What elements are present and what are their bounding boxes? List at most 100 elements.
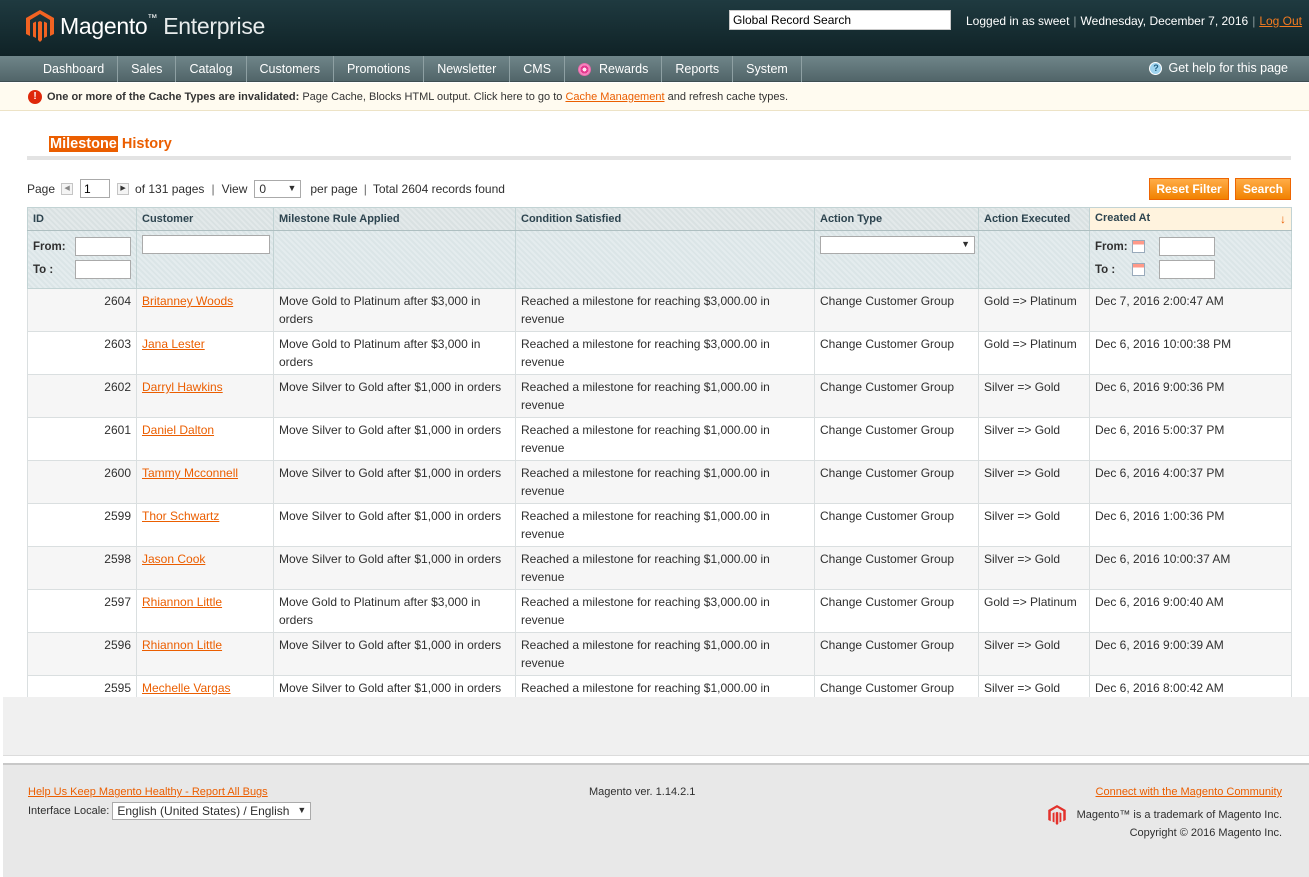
row-action-type: Change Customer Group [820, 466, 955, 480]
customer-filter-input[interactable] [142, 235, 270, 254]
customer-link[interactable]: Darryl Hawkins [142, 380, 223, 394]
search-button[interactable]: Search [1235, 178, 1291, 200]
id-to-input[interactable] [75, 260, 131, 279]
row-rule-cell: Move Silver to Gold after $1,000 in orde… [273, 460, 516, 504]
row-condition: Reached a milestone for reaching $1,000.… [521, 509, 770, 541]
footer: Help Us Keep Magento Healthy - Report Al… [3, 763, 1309, 877]
action-type-filter [814, 230, 979, 289]
nav-rewards[interactable]: Rewards [565, 56, 663, 82]
customer-link[interactable]: Britanney Woods [142, 294, 233, 308]
row-action-type: Change Customer Group [820, 595, 955, 609]
row-condition-cell: Reached a milestone for reaching $1,000.… [515, 503, 815, 547]
row-action-type: Change Customer Group [820, 294, 955, 308]
table-row[interactable]: 2597 Rhiannon Little Move Gold to Platinum… [27, 589, 1292, 633]
help-icon: ? [1149, 61, 1163, 75]
action-type-select[interactable] [820, 236, 975, 254]
row-action-type-cell: Change Customer Group [814, 331, 979, 375]
report-bugs-link[interactable]: Help Us Keep Magento Healthy - Report Al… [28, 786, 268, 798]
row-action-type-cell: Change Customer Group [814, 374, 979, 418]
column-header-customer[interactable]: Customer [136, 207, 274, 231]
cache-management-link[interactable]: Cache Management [565, 91, 664, 103]
row-action-type-cell: Change Customer Group [814, 546, 979, 590]
calendar-from-icon[interactable] [1132, 240, 1145, 253]
row-customer-cell: Daniel Dalton [136, 417, 274, 461]
date-to-input[interactable] [1159, 260, 1215, 279]
table-row[interactable]: 2600 Tammy Mcconnell Move Silver to Gold a… [27, 460, 1292, 504]
calendar-to-icon[interactable] [1132, 263, 1145, 276]
page-number-input[interactable] [80, 179, 111, 198]
customer-link[interactable]: Tammy Mcconnell [142, 466, 238, 480]
help-link[interactable]: ? Get help for this page [1149, 61, 1288, 75]
customer-link[interactable]: Daniel Dalton [142, 423, 214, 437]
prev-page-icon[interactable]: ◀ [61, 182, 74, 195]
column-header-id[interactable]: ID [27, 207, 137, 231]
nav-reports[interactable]: Reports [662, 56, 734, 82]
global-search-input[interactable] [729, 10, 951, 30]
row-created-at-cell: Dec 6, 2016 4:00:37 PM [1089, 460, 1292, 504]
table-row[interactable]: 2601 Daniel Dalton Move Silver to Gold aft… [27, 417, 1292, 461]
locale-select[interactable]: English (United States) / English [112, 802, 312, 820]
admin-header: Magento™ Enterprise Logged in as sweet|W… [0, 0, 1309, 56]
row-id-cell: 2604 [27, 288, 137, 332]
nav-promotions[interactable]: Promotions [334, 56, 425, 82]
row-id: 2602 [104, 380, 131, 394]
nav-catalog[interactable]: Catalog [176, 56, 247, 82]
version-text: Magento ver. 1.14.2.1 [589, 786, 696, 798]
customer-link[interactable]: Rhiannon Little [142, 595, 222, 609]
magento-logo[interactable]: Magento™ Enterprise [26, 10, 265, 42]
page-size-select[interactable]: 0 [254, 179, 302, 198]
nav-dashboard[interactable]: Dashboard [30, 56, 119, 82]
row-id-cell: 2601 [27, 417, 137, 461]
nav-newsletter[interactable]: Newsletter [424, 56, 511, 82]
row-created-at-cell: Dec 6, 2016 1:00:36 PM [1089, 503, 1292, 547]
magento-mini-logo-icon [1047, 805, 1066, 825]
column-header-action-type[interactable]: Action Type [814, 207, 979, 231]
customer-link[interactable]: Rhiannon Little [142, 638, 222, 652]
row-created-at: Dec 6, 2016 9:00:40 AM [1095, 595, 1224, 609]
table-row[interactable]: 2599 Thor Schwartz Move Silver to Gold aft… [27, 503, 1292, 547]
row-created-at: Dec 6, 2016 9:00:36 PM [1095, 380, 1225, 394]
row-created-at: Dec 6, 2016 9:00:39 AM [1095, 638, 1224, 652]
row-action-type: Change Customer Group [820, 423, 955, 437]
row-action-executed-cell: Silver => Gold [978, 503, 1090, 547]
table-row[interactable]: 2598 Jason Cook Move Silver to Gold after … [27, 546, 1292, 590]
reset-filter-button[interactable]: Reset Filter [1149, 178, 1229, 200]
row-action-type: Change Customer Group [820, 638, 955, 652]
locale-switcher: Interface Locale: English (United States… [28, 802, 312, 820]
nav-customers[interactable]: Customers [247, 56, 334, 82]
next-page-icon[interactable]: ▶ [117, 182, 130, 195]
column-header-condition[interactable]: Condition Satisfied [515, 207, 815, 231]
logout-link[interactable]: Log Out [1259, 14, 1302, 28]
column-header-rule[interactable]: Milestone Rule Applied [273, 207, 516, 231]
column-header-action-executed[interactable]: Action Executed [978, 207, 1090, 231]
row-action-type-cell: Change Customer Group [814, 288, 979, 332]
cache-notice: ! One or more of the Cache Types are inv… [0, 83, 1309, 111]
table-row[interactable]: 2596 Rhiannon Little Move Silver to Gold a… [27, 632, 1292, 676]
row-created-at: Dec 6, 2016 10:00:38 PM [1095, 337, 1232, 351]
pager: Page ◀ ▶ of 131 pages | View 0 per page … [27, 179, 505, 198]
row-id: 2596 [104, 638, 131, 652]
row-rule-cell: Move Gold to Platinum after $3,000 in or… [273, 331, 516, 375]
table-row[interactable]: 2602 Darryl Hawkins Move Silver to Gold af… [27, 374, 1292, 418]
customer-link[interactable]: Jana Lester [142, 337, 205, 351]
column-header-created-at[interactable]: Created At ↓ [1089, 207, 1292, 231]
logo-text: Magento™ Enterprise [60, 12, 266, 39]
nav-cms[interactable]: CMS [510, 56, 566, 82]
table-row[interactable]: 2603 Jana Lester Move Gold to Platinum aft… [27, 331, 1292, 375]
row-condition: Reached a milestone for reaching $1,000.… [521, 380, 770, 412]
customer-link[interactable]: Mechelle Vargas [142, 681, 231, 695]
customer-link[interactable]: Thor Schwartz [142, 509, 219, 523]
id-from-input[interactable] [75, 237, 131, 256]
community-link[interactable]: Connect with the Magento Community [1096, 786, 1282, 798]
table-row[interactable]: 2604 Britanney Woods Move Gold to Platinum… [27, 288, 1292, 332]
row-rule-cell: Move Silver to Gold after $1,000 in orde… [273, 503, 516, 547]
row-customer-cell: Jason Cook [136, 546, 274, 590]
row-created-at: Dec 6, 2016 8:00:42 AM [1095, 681, 1224, 695]
row-created-at-cell: Dec 7, 2016 2:00:47 AM [1089, 288, 1292, 332]
date-from-input[interactable] [1159, 237, 1215, 256]
nav-sales[interactable]: Sales [118, 56, 177, 82]
customer-link[interactable]: Jason Cook [142, 552, 205, 566]
row-action-type-cell: Change Customer Group [814, 503, 979, 547]
row-action-executed-cell: Gold => Platinum [978, 288, 1090, 332]
nav-system[interactable]: System [733, 56, 802, 82]
